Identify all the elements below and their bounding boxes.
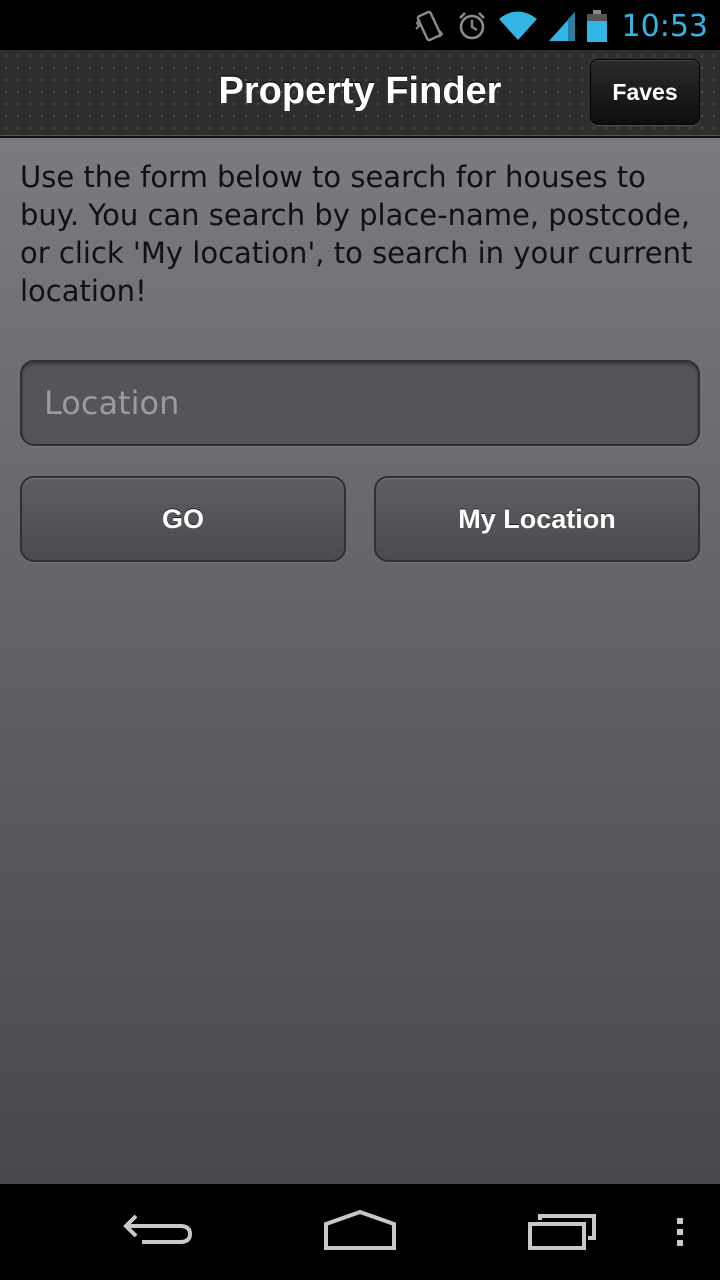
back-icon[interactable] (120, 1208, 196, 1257)
location-input[interactable] (20, 360, 700, 446)
alarm-icon (456, 10, 488, 42)
home-icon[interactable] (322, 1208, 398, 1257)
my-location-button[interactable]: My Location (374, 476, 700, 562)
status-bar: 10:53 (0, 0, 720, 50)
intro-text: Use the form below to search for houses … (20, 160, 693, 308)
app-header: Property Finder Faves (0, 50, 720, 138)
navigation-bar (0, 1184, 720, 1280)
status-clock: 10:53 (621, 8, 708, 44)
go-button[interactable]: GO (20, 476, 346, 562)
recent-apps-icon[interactable] (524, 1208, 600, 1257)
menu-icon[interactable] (670, 1208, 690, 1257)
faves-button[interactable]: Faves (590, 59, 700, 125)
vibrate-icon (412, 9, 446, 43)
main-content: Use the form below to search for houses … (0, 138, 720, 1184)
status-icons: 10:53 (412, 6, 708, 46)
battery-icon (586, 9, 608, 43)
wifi-icon (498, 10, 538, 42)
signal-icon (548, 10, 576, 42)
